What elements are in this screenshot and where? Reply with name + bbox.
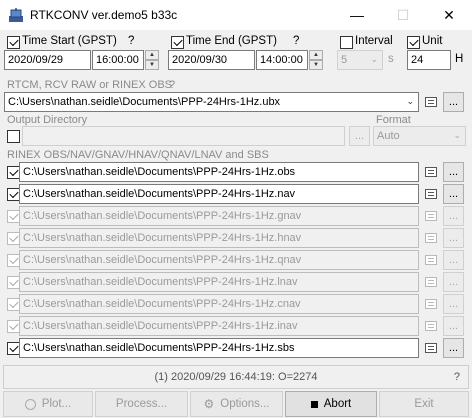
- maximize-icon: ☐: [396, 6, 410, 23]
- browse-output-button[interactable]: ...: [443, 338, 464, 358]
- time-start-help[interactable]: ?: [128, 35, 134, 47]
- window-title: RTKCONV ver.demo5 b33c: [30, 8, 178, 22]
- exit-button: Exit: [379, 391, 469, 417]
- browse-output-button: ...: [443, 228, 464, 248]
- output-file-input[interactable]: C:\Users\nathan.seidle\Documents\PPP-24H…: [19, 162, 419, 182]
- interval-value: 5: [341, 54, 348, 66]
- view-file-icon: [425, 255, 437, 265]
- browse-output-button: ...: [443, 206, 464, 226]
- input-file-path: C:\Users\nathan.seidle\Documents\PPP-24H…: [8, 96, 281, 108]
- browse-output-button[interactable]: ...: [443, 162, 464, 182]
- input-file-combo[interactable]: C:\Users\nathan.seidle\Documents\PPP-24H…: [4, 92, 419, 112]
- browse-output-button: ...: [443, 250, 464, 270]
- stop-icon: [310, 400, 318, 408]
- unit-checkbox[interactable]: [407, 36, 420, 49]
- abort-button[interactable]: Abort: [285, 391, 377, 417]
- output-file-input: C:\Users\nathan.seidle\Documents\PPP-24H…: [19, 206, 419, 226]
- spin-up-icon[interactable]: ▲: [309, 50, 323, 60]
- interval-unit: s: [388, 53, 394, 65]
- view-file-icon: [425, 321, 437, 331]
- maximize-button: ☐: [380, 0, 426, 30]
- output-file-input: C:\Users\nathan.seidle\Documents\PPP-24H…: [19, 228, 419, 248]
- status-bar: (1) 2020/09/29 16:44:19: O=2274 ?: [3, 365, 469, 389]
- time-end-help[interactable]: ?: [293, 35, 299, 47]
- browse-output-button: ...: [443, 272, 464, 292]
- outputs-section-label: RINEX OBS/NAV/GNAV/HNAV/QNAV/LNAV and SB…: [7, 149, 269, 161]
- status-message: (1) 2020/09/29 16:44:19: O=2274: [154, 371, 318, 383]
- end-date-input[interactable]: 2020/09/30: [168, 50, 255, 70]
- status-help[interactable]: ?: [454, 371, 460, 383]
- end-time-input[interactable]: 14:00:00: [256, 50, 308, 70]
- exit-label: Exit: [414, 398, 434, 410]
- browse-output-dir-button: ...: [349, 126, 370, 146]
- output-file-input: C:\Users\nathan.seidle\Documents\PPP-24H…: [19, 316, 419, 336]
- browse-output-button: ...: [443, 316, 464, 336]
- start-time-input[interactable]: 16:00:00: [92, 50, 144, 70]
- view-file-icon[interactable]: [425, 189, 437, 199]
- chevron-down-icon: ⌄: [453, 130, 461, 140]
- process-button: Process...: [95, 391, 188, 417]
- gear-icon: ⚙: [203, 397, 215, 411]
- spin-down-icon[interactable]: ▼: [309, 60, 323, 70]
- output-dir-checkbox[interactable]: [7, 130, 20, 143]
- output-file-input[interactable]: C:\Users\nathan.seidle\Documents\PPP-24H…: [19, 338, 419, 358]
- close-icon: ✕: [443, 6, 455, 23]
- output-dir-label: Output Directory: [7, 114, 88, 126]
- abort-label: Abort: [323, 398, 352, 410]
- view-file-icon[interactable]: [425, 167, 437, 177]
- app-icon: [8, 7, 24, 23]
- plot-label: Plot...: [41, 398, 72, 410]
- browse-output-button[interactable]: ...: [443, 184, 464, 204]
- time-start-label: Time Start (GPST): [22, 35, 117, 47]
- minimize-icon: —: [350, 7, 364, 23]
- plot-icon: [24, 398, 36, 410]
- chevron-down-icon: ⌄: [370, 54, 378, 64]
- interval-label: Interval: [355, 35, 393, 47]
- browse-input-button[interactable]: ...: [443, 92, 464, 112]
- minimize-button[interactable]: —: [334, 0, 380, 30]
- output-file-input: C:\Users\nathan.seidle\Documents\PPP-24H…: [19, 294, 419, 314]
- spin-up-icon[interactable]: ▲: [145, 50, 159, 60]
- format-label: Format: [376, 114, 411, 126]
- output-file-input: C:\Users\nathan.seidle\Documents\PPP-24H…: [19, 250, 419, 270]
- output-file-input: C:\Users\nathan.seidle\Documents\PPP-24H…: [19, 272, 419, 292]
- output-file-input[interactable]: C:\Users\nathan.seidle\Documents\PPP-24H…: [19, 184, 419, 204]
- time-start-checkbox[interactable]: [7, 36, 20, 49]
- format-select: Auto ⌄: [373, 126, 466, 146]
- end-time-spinner[interactable]: ▲ ▼: [309, 50, 323, 70]
- close-button[interactable]: ✕: [426, 0, 472, 30]
- browse-output-button: ...: [443, 294, 464, 314]
- time-end-checkbox[interactable]: [171, 36, 184, 49]
- chevron-down-icon[interactable]: ⌄: [406, 96, 414, 107]
- process-label: Process...: [115, 398, 168, 410]
- input-section-help[interactable]: ?: [169, 79, 175, 91]
- unit-label: Unit: [422, 35, 443, 47]
- view-file-icon[interactable]: [425, 97, 437, 107]
- format-value: Auto: [377, 130, 400, 142]
- options-label: Options...: [220, 398, 270, 410]
- view-file-icon[interactable]: [425, 343, 437, 353]
- time-end-label: Time End (GPST): [186, 35, 277, 47]
- view-file-icon: [425, 233, 437, 243]
- title-bar: RTKCONV ver.demo5 b33c — ☐ ✕: [0, 0, 472, 30]
- plot-button: Plot...: [3, 391, 93, 417]
- spin-down-icon[interactable]: ▼: [145, 60, 159, 70]
- view-file-icon: [425, 211, 437, 221]
- view-file-icon: [425, 299, 437, 309]
- output-dir-input: [22, 126, 345, 146]
- unit-hours-suffix: H: [455, 53, 464, 65]
- unit-hours-input[interactable]: 24: [407, 50, 451, 70]
- interval-checkbox[interactable]: [340, 36, 353, 49]
- input-section-label: RTCM, RCV RAW or RINEX OBS: [7, 79, 173, 91]
- interval-select: 5 ⌄: [337, 50, 383, 70]
- view-file-icon: [425, 277, 437, 287]
- start-time-spinner[interactable]: ▲ ▼: [145, 50, 159, 70]
- options-button: ⚙ Options...: [190, 391, 283, 417]
- start-date-input[interactable]: 2020/09/29: [4, 50, 91, 70]
